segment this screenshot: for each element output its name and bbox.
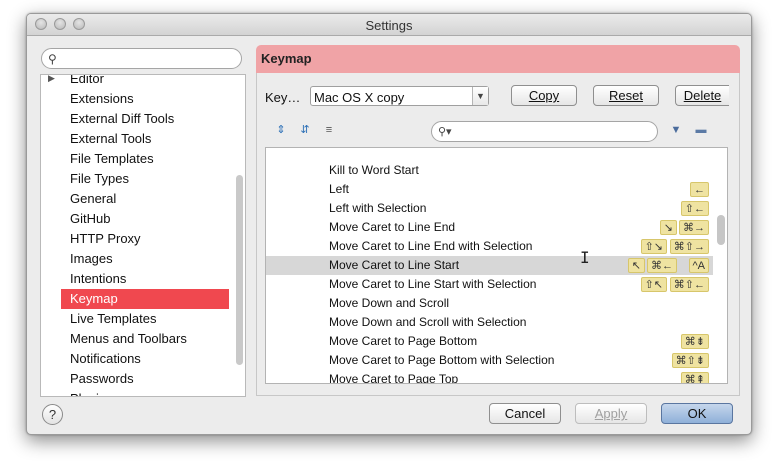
action-row[interactable]: Move Caret to Page Bottom ⌘⇟ <box>266 332 713 351</box>
sidebar-item-editor[interactable]: Editor <box>68 75 208 89</box>
action-name: Move Caret to Line Start <box>329 258 460 272</box>
action-row[interactable]: Kill to Word Start <box>266 161 713 180</box>
action-search-field[interactable]: ⚲▾ <box>431 121 658 142</box>
keymap-select-value: Mac OS X copy <box>314 90 405 105</box>
delete-button[interactable]: Delete <box>675 85 729 106</box>
cancel-button[interactable]: Cancel <box>489 403 561 424</box>
help-button[interactable]: ? <box>42 404 63 425</box>
shortcut-badge: ⇧↘ <box>640 239 667 254</box>
shortcut-badge: ⌘→ <box>679 220 709 235</box>
sidebar-item-extensions[interactable]: Extensions <box>68 89 208 109</box>
edit-shortcut-icon[interactable]: ≡ <box>322 123 336 137</box>
settings-tree: ▶ Editor Extensions External Diff Tools Ext… <box>40 74 246 397</box>
sidebar-item-github[interactable]: GitHub <box>68 209 208 229</box>
sidebar-item-external-diff-tools[interactable]: External Diff Tools <box>68 109 208 129</box>
ok-button[interactable]: OK <box>661 403 733 424</box>
action-search-input[interactable] <box>456 124 651 139</box>
shortcut-badge: ^A <box>688 258 709 273</box>
tree-scrollbar[interactable] <box>236 175 243 365</box>
sidebar-item-external-tools[interactable]: External Tools <box>68 129 208 149</box>
delete-button-label: Delete <box>683 88 722 103</box>
action-name: Move Caret to Line Start with Selection <box>329 277 537 291</box>
reset-button[interactable]: Reset <box>593 85 659 106</box>
copy-button[interactable]: Copy <box>511 85 577 106</box>
action-list-scrollbar[interactable] <box>717 215 725 245</box>
keymap-select[interactable]: Mac OS X copy ▼ <box>310 86 489 106</box>
panel-title: Keymap <box>261 51 312 66</box>
sidebar-item-http-proxy[interactable]: HTTP Proxy <box>68 229 208 249</box>
action-row[interactable]: Move Caret to Line Start ^A ⌘← ↖ <box>266 256 713 275</box>
shortcut-badge: ⌘⇧⇟ <box>671 353 709 368</box>
action-row[interactable]: Move Caret to Page Top ⌘⇞ <box>266 370 713 384</box>
copy-button-label: Copy <box>528 88 560 103</box>
clear-filter-icon[interactable]: ▬ <box>694 123 708 137</box>
apply-button[interactable]: Apply <box>575 403 647 424</box>
sidebar-item-file-templates[interactable]: File Templates <box>68 149 208 169</box>
sidebar-item-menus-and-toolbars[interactable]: Menus and Toolbars <box>68 329 208 349</box>
shortcut-badge: ↘ <box>659 220 677 235</box>
shortcut-badge: ← <box>690 182 709 197</box>
expand-arrow-icon[interactable]: ▶ <box>48 75 55 84</box>
action-row[interactable]: Left with Selection ⇧← <box>266 199 713 218</box>
action-name: Left with Selection <box>329 201 427 215</box>
sidebar-item-notifications[interactable]: Notifications <box>68 349 208 369</box>
shortcut-badge: ↖ <box>627 258 645 273</box>
keymap-label: Key… <box>265 90 301 105</box>
sidebar-item-intentions[interactable]: Intentions <box>68 269 208 289</box>
search-icon: ⚲ <box>48 52 57 66</box>
apply-button-label: Apply <box>594 406 628 421</box>
action-row[interactable]: Move Down and Scroll with Selection <box>266 313 713 332</box>
action-row[interactable]: Move Caret to Page Bottom with Selection… <box>266 351 713 370</box>
action-name: Move Caret to Page Top <box>329 372 459 384</box>
search-icon: ⚲▾ <box>438 126 452 138</box>
action-name: Left <box>329 182 350 196</box>
action-name: Move Caret to Page Bottom with Selection <box>329 353 555 367</box>
action-name: Move Down and Scroll <box>329 296 450 310</box>
action-name: Kill to Word Start <box>329 163 419 177</box>
action-name: Move Caret to Page Bottom <box>329 334 478 348</box>
sidebar-item-passwords[interactable]: Passwords <box>68 369 208 389</box>
window-title: Settings <box>365 18 413 33</box>
settings-search-input[interactable] <box>62 51 232 66</box>
filter-icon[interactable]: ▼ <box>669 123 683 137</box>
shortcut-badge: ⌘⇞ <box>680 372 709 383</box>
action-list: Kill to Word Start Left ← Left with Selecti… <box>265 147 728 384</box>
expand-all-icon[interactable]: ⇕ <box>274 123 288 137</box>
action-row[interactable]: Move Down and Scroll <box>266 294 713 313</box>
sidebar-item-images[interactable]: Images <box>68 249 208 269</box>
action-name: Move Down and Scroll with Selection <box>329 315 527 329</box>
settings-search-field[interactable]: ⚲ <box>41 48 242 69</box>
shortcut-badge: ⌘⇟ <box>680 334 709 349</box>
sidebar-item-plugins[interactable]: Plugins <box>68 389 208 396</box>
text-cursor-icon: I <box>580 248 590 267</box>
settings-window: Settings ⚲ ▶ Editor Extensions External Di… <box>26 13 752 435</box>
panel-header: Keymap <box>256 45 740 73</box>
shortcut-badge: ⌘← <box>647 258 677 273</box>
sidebar-item-live-templates[interactable]: Live Templates <box>68 309 208 329</box>
title-bar: Settings <box>27 14 751 36</box>
chevron-down-icon[interactable]: ▼ <box>472 87 488 105</box>
sidebar-item-general[interactable]: General <box>68 189 208 209</box>
reset-button-label: Reset <box>609 88 643 103</box>
collapse-all-icon[interactable]: ⇵ <box>298 123 312 137</box>
sidebar-item-keymap[interactable]: Keymap <box>61 289 229 309</box>
shortcut-badge: ⌘⇧← <box>669 277 709 292</box>
action-row[interactable]: Left ← <box>266 180 713 199</box>
action-row[interactable]: Move Caret to Line End with Selection ⌘⇧→… <box>266 237 713 256</box>
sidebar-item-file-types[interactable]: File Types <box>68 169 208 189</box>
action-row[interactable]: Move Caret to Line End ⌘→ ↘ <box>266 218 713 237</box>
action-name: Move Caret to Line End <box>329 220 456 234</box>
action-name: Move Caret to Line End with Selection <box>329 239 533 253</box>
action-row[interactable]: Move Caret to Line Start with Selection ⌘… <box>266 275 713 294</box>
shortcut-badge: ⇧↖ <box>640 277 667 292</box>
shortcut-badge: ⌘⇧→ <box>669 239 709 254</box>
shortcut-badge: ⇧← <box>680 201 709 216</box>
